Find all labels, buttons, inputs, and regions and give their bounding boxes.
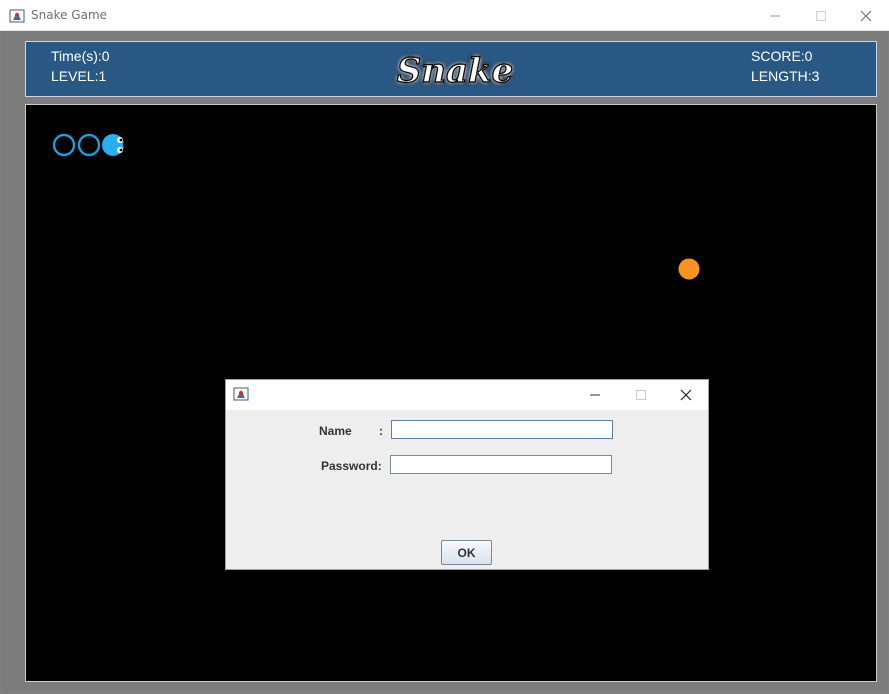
dialog-maximize-button[interactable] [618,380,664,410]
password-field[interactable] [390,455,612,474]
dialog-title-bar [226,380,708,410]
title-bar: Snake Game [0,0,889,31]
name-colon: : [379,424,383,438]
close-icon [860,10,872,21]
name-field[interactable] [391,420,613,439]
snake-body-segment [77,133,101,157]
ok-button[interactable]: OK [441,540,492,565]
maximize-button[interactable] [798,0,844,31]
maximize-icon [816,10,826,21]
main-window: Snake Game Time(s):0 LEVEL:1 SCORE:0 LEN… [0,0,889,694]
snake-logo-text: Snake [397,51,514,91]
window-title: Snake Game [31,8,108,22]
dialog-close-button[interactable] [663,380,709,410]
password-label: Password: [321,459,382,473]
name-label: Name [319,424,352,438]
java-app-icon [233,387,249,401]
length-label: LENGTH:3 [751,68,820,84]
minimize-button[interactable] [752,0,798,31]
dialog-minimize-button[interactable] [572,380,618,410]
close-button[interactable] [843,0,889,31]
minimize-icon [770,15,780,16]
snake-logo: Snake [396,50,514,91]
food-pellet [678,258,700,280]
snake [52,133,126,157]
level-label: LEVEL:1 [51,68,107,84]
maximize-icon [636,390,646,400]
java-app-icon [9,9,25,23]
login-dialog: Name : Password: OK [225,379,709,570]
snake-body-segment [52,133,76,157]
minimize-icon [590,394,600,396]
close-icon [680,389,692,401]
time-label: Time(s):0 [51,48,110,64]
score-label: SCORE:0 [751,48,813,64]
